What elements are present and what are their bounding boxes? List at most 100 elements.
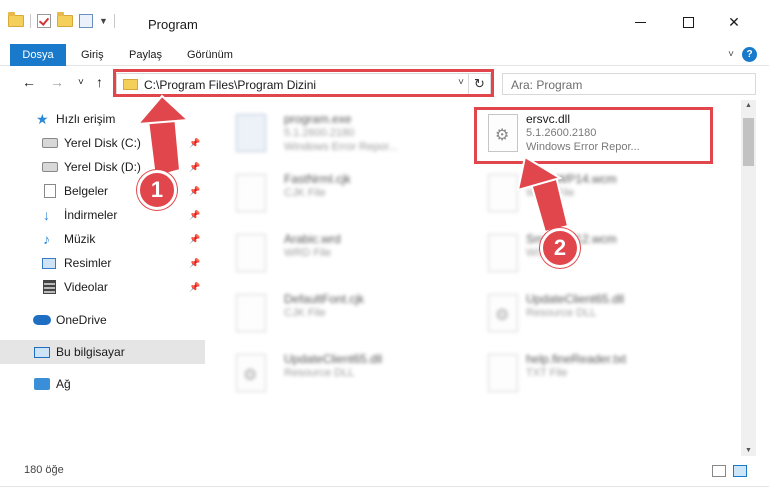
file-type: CJK File: [284, 307, 326, 319]
tab-home[interactable]: Giriş: [81, 44, 104, 66]
local-disk-icon: [42, 138, 58, 148]
dll-gear-icon: [488, 294, 518, 332]
help-icon[interactable]: ?: [742, 47, 757, 62]
sidebar-item-label: Belgeler: [64, 184, 109, 198]
pin-icon[interactable]: 📌: [189, 210, 200, 221]
local-disk-icon: [42, 162, 58, 172]
maximize-button[interactable]: [674, 10, 702, 34]
pin-icon[interactable]: 📌: [189, 234, 200, 245]
folder-icon[interactable]: [8, 12, 24, 27]
file-type: WCM File: [526, 187, 575, 199]
expand-ribbon-icon[interactable]: ˅: [728, 49, 734, 60]
blank-file-icon: [236, 294, 266, 332]
window-title: Program: [148, 17, 198, 32]
file-item-program-exe[interactable]: program.exe 5.1.2600.2180 Windows Error …: [226, 108, 466, 160]
blank-file-icon: [236, 174, 266, 212]
tab-view[interactable]: Görünüm: [187, 44, 233, 66]
sidebar-item-local-disk-c[interactable]: Yerel Disk (C:) 📌: [0, 131, 205, 155]
blank-file-icon: [488, 354, 518, 392]
maximize-icon: [682, 16, 694, 28]
sidebar-item-label: Bu bilgisayar: [56, 345, 125, 359]
dll-gear-icon: [236, 354, 266, 392]
up-arrow-icon[interactable]: ↑: [96, 74, 103, 90]
callout-badge-1: 1: [137, 170, 177, 210]
sidebar-item-local-disk-d[interactable]: Yerel Disk (D:) 📌: [0, 155, 205, 179]
tab-share[interactable]: Paylaş: [129, 44, 162, 66]
sidebar-item-network[interactable]: Ağ: [0, 372, 205, 396]
file-item[interactable]: UpdateClient65.dll Resource DLL: [478, 288, 718, 340]
file-type: Resource DLL: [526, 307, 597, 319]
file-item[interactable]: FastNrml.cjk CJK File: [226, 168, 466, 220]
file-item[interactable]: DefaultFont.cjk CJK File: [226, 288, 466, 340]
large-icons-view-icon[interactable]: [733, 465, 747, 477]
tab-file[interactable]: Dosya: [10, 44, 66, 66]
sidebar-item-label: Ağ: [56, 377, 71, 391]
pin-icon[interactable]: 📌: [189, 186, 200, 197]
qat-dropdown-icon[interactable]: ▼: [99, 16, 108, 26]
ribbon-right-controls: ˅ ?: [728, 47, 757, 62]
downloads-icon: ↓: [43, 207, 50, 223]
scroll-down-icon[interactable]: ▼: [741, 447, 756, 454]
file-name: program.exe: [284, 112, 352, 126]
scroll-up-icon[interactable]: ▲: [741, 102, 756, 109]
sidebar-item-quick-access[interactable]: ★ Hızlı erişim: [0, 107, 205, 131]
file-description: Windows Error Repor...: [284, 141, 398, 153]
search-box[interactable]: Ara: Program: [502, 73, 756, 95]
vertical-scrollbar[interactable]: ▲ ▼: [741, 100, 756, 456]
back-arrow-icon[interactable]: ←: [22, 74, 36, 90]
sidebar-item-label: OneDrive: [56, 313, 107, 327]
forward-arrow-icon[interactable]: →: [50, 74, 64, 90]
blank-file-icon: [488, 174, 518, 212]
details-view-icon[interactable]: [712, 465, 726, 477]
quick-access-star-icon: ★: [36, 111, 49, 127]
close-button[interactable]: ✕: [720, 10, 748, 34]
ribbon-tabs: Dosya Giriş Paylaş Görünüm ˅ ?: [0, 44, 769, 66]
exe-file-icon: [236, 114, 266, 152]
sidebar-item-label: Videolar: [64, 280, 108, 294]
file-item[interactable]: UpdateClient65.dll Resource DLL: [226, 348, 466, 400]
minimize-button[interactable]: [626, 10, 654, 34]
file-type: WRD File: [284, 247, 332, 259]
address-bar-highlight: [113, 69, 494, 97]
sidebar-item-label: Yerel Disk (D:): [64, 160, 141, 174]
pin-icon[interactable]: 📌: [189, 258, 200, 269]
recent-locations-icon[interactable]: ˅: [78, 77, 84, 88]
blank-file-icon: [236, 234, 266, 272]
status-bar: 180 öğe: [0, 456, 769, 486]
quick-access-toolbar: ▼: [8, 12, 115, 28]
file-name: Arabic.wrd: [284, 232, 341, 246]
properties-check-icon[interactable]: [37, 14, 51, 28]
videos-icon: [43, 280, 56, 294]
file-type: CJK File: [284, 187, 326, 199]
this-pc-icon: [34, 346, 50, 358]
file-item[interactable]: SmallWP14.wcm WCM File: [478, 168, 718, 220]
sidebar-item-this-pc[interactable]: Bu bilgisayar: [0, 340, 205, 364]
sidebar-item-downloads[interactable]: ↓ İndirmeler 📌: [0, 203, 205, 227]
file-type: Resource DLL: [284, 367, 355, 379]
pin-icon[interactable]: 📌: [189, 138, 200, 149]
pin-icon[interactable]: 📌: [189, 162, 200, 173]
sidebar-item-videos[interactable]: Videolar 📌: [0, 275, 205, 299]
new-folder-icon[interactable]: [57, 12, 73, 27]
sidebar-item-music[interactable]: ♪ Müzik 📌: [0, 227, 205, 251]
qat-separator: [30, 14, 31, 28]
file-name: UpdateClient65.dll: [526, 292, 625, 306]
sidebar-item-pictures[interactable]: Resimler 📌: [0, 251, 205, 275]
blank-file-icon: [488, 234, 518, 272]
file-item[interactable]: SmallWP12.wcm WCM File: [478, 228, 718, 280]
file-type: TXT File: [526, 367, 568, 379]
scrollbar-thumb[interactable]: [743, 118, 754, 166]
properties-icon[interactable]: [79, 14, 93, 28]
file-name: SmallWP14.wcm: [526, 172, 617, 186]
item-count: 180 öğe: [24, 464, 64, 476]
pin-icon[interactable]: 📌: [189, 282, 200, 293]
documents-icon: [44, 184, 56, 198]
sidebar-item-onedrive[interactable]: OneDrive: [0, 308, 205, 332]
file-item[interactable]: help.fineReader.txt TXT File: [478, 348, 718, 400]
pictures-icon: [42, 257, 56, 269]
file-version: 5.1.2600.2180: [284, 127, 355, 139]
music-icon: ♪: [43, 231, 50, 247]
title-bar: ▼ Program ✕: [0, 0, 769, 44]
search-placeholder[interactable]: Ara: Program: [511, 78, 582, 92]
file-item[interactable]: Arabic.wrd WRD File: [226, 228, 466, 280]
